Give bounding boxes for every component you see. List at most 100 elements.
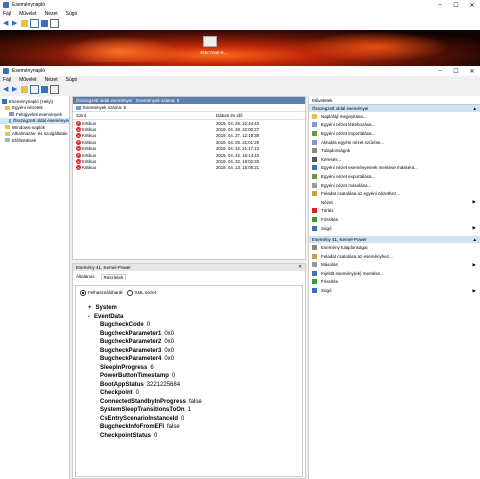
forward-arrow-icon[interactable]: ▶ bbox=[12, 20, 19, 27]
actions-section-summary[interactable]: Összegzett oldal eseményei ▲ bbox=[309, 105, 480, 112]
action-item[interactable]: Nézet ▶ bbox=[309, 198, 480, 207]
action-item[interactable]: Egyéni nézet létrehozása... bbox=[309, 121, 480, 130]
task-icon bbox=[312, 253, 317, 259]
submenu-arrow-icon: ▶ bbox=[472, 199, 476, 205]
action-label: Súgó bbox=[321, 288, 332, 294]
event-level: Kritikus bbox=[82, 127, 97, 133]
event-level: Kritikus bbox=[82, 146, 97, 152]
maximize-icon[interactable]: ☐ bbox=[448, 0, 464, 10]
menu-action[interactable]: Művelet bbox=[19, 77, 37, 83]
forward-arrow-icon[interactable]: ▶ bbox=[12, 86, 19, 93]
banner-ember-right bbox=[300, 32, 450, 62]
copy-icon bbox=[312, 262, 317, 268]
action-label: Törlés bbox=[321, 208, 334, 214]
help-icon[interactable] bbox=[41, 85, 48, 93]
tree-pane: Eseménynapló (Helyi) Egyéni nézetek Felü… bbox=[0, 96, 70, 479]
action-item[interactable]: Frissítés bbox=[309, 278, 480, 287]
back-arrow-icon[interactable]: ◀ bbox=[3, 86, 10, 93]
console-tree-icon[interactable] bbox=[30, 84, 39, 94]
action-item[interactable]: Aktuális egyéni nézet szűrése... bbox=[309, 138, 480, 147]
column-level[interactable]: Szint bbox=[73, 113, 216, 118]
tree-item-subscriptions[interactable]: Előfizetések bbox=[0, 137, 69, 144]
folder-icon[interactable] bbox=[21, 19, 28, 27]
field-name: CheckpointStatus bbox=[100, 432, 152, 439]
field-name: BugcheckParameter4 bbox=[100, 356, 162, 363]
tab-details[interactable]: Részletek bbox=[100, 273, 127, 280]
radio-friendly[interactable] bbox=[80, 289, 86, 296]
menu-help[interactable]: Súgó bbox=[66, 11, 78, 17]
menu-help[interactable]: Súgó bbox=[66, 77, 78, 83]
field-value: 0 bbox=[154, 432, 158, 439]
minimize-icon[interactable]: – bbox=[432, 0, 448, 10]
action-label: Másolás bbox=[321, 262, 338, 268]
actions-list-summary: Naplófájl megnyitása... Egyéni nézet létr… bbox=[309, 112, 480, 232]
properties-icon[interactable] bbox=[50, 84, 59, 94]
action-item[interactable]: Törlés bbox=[309, 207, 480, 216]
event-date: 2019. 04. 22. 19:02:26 bbox=[216, 159, 260, 165]
close-icon[interactable]: ✕ bbox=[464, 0, 480, 10]
action-item[interactable]: Kijelölt esemény(ek) mentése... bbox=[309, 269, 480, 278]
event-date: 2019. 04. 22. 21:17:13 bbox=[216, 146, 260, 152]
menu-file[interactable]: Fájl bbox=[3, 77, 11, 83]
collapse-arrow-icon[interactable]: ▲ bbox=[473, 237, 477, 242]
critical-icon: ✕ bbox=[76, 165, 81, 171]
action-item[interactable]: Súgó ▶ bbox=[309, 286, 480, 295]
action-item[interactable]: Naplófájl megnyitása... bbox=[309, 112, 480, 121]
menu-file[interactable]: Fájl bbox=[3, 11, 11, 17]
help-icon[interactable] bbox=[41, 19, 48, 27]
banner-text: 4k6c7eab-8... bbox=[200, 50, 228, 55]
filter-icon bbox=[312, 122, 317, 128]
eventdata-node[interactable]: - EventData bbox=[76, 313, 302, 322]
app-icon bbox=[3, 68, 9, 74]
console-tree-icon[interactable] bbox=[30, 18, 39, 28]
menu-view[interactable]: Nézet bbox=[45, 11, 58, 17]
action-label: Nézet bbox=[321, 199, 333, 205]
view-mode-radios: Felhasználóbarát XML nézet bbox=[76, 289, 302, 296]
action-item[interactable]: Egyéni nézet másolása... bbox=[309, 181, 480, 190]
tree-item-label: Windows-naplók bbox=[12, 124, 46, 130]
folder-icon[interactable] bbox=[21, 85, 28, 93]
filter-icon bbox=[9, 118, 11, 123]
collapse-icon[interactable]: - bbox=[88, 314, 90, 320]
event-level: Kritikus bbox=[82, 159, 97, 165]
event-date: 2019. 04. 22. 16:14:43 bbox=[216, 152, 260, 158]
eventdata-field: BugcheckParameter4 0x0 bbox=[100, 355, 302, 364]
critical-icon: ✕ bbox=[76, 139, 81, 145]
menu-action[interactable]: Művelet bbox=[19, 11, 37, 17]
submenu-arrow-icon: ▶ bbox=[472, 225, 476, 231]
collapse-arrow-icon[interactable]: ▲ bbox=[473, 106, 477, 111]
system-node[interactable]: + System bbox=[76, 304, 302, 313]
action-item[interactable]: Súgó ▶ bbox=[309, 224, 480, 233]
folder-icon bbox=[5, 105, 10, 110]
action-item[interactable]: Tulajdonságok bbox=[309, 146, 480, 155]
action-item[interactable]: Egyéni nézet exportálása... bbox=[309, 172, 480, 181]
back-arrow-icon[interactable]: ◀ bbox=[3, 20, 10, 27]
close-icon[interactable]: ✕ bbox=[298, 264, 302, 270]
action-item[interactable]: Esemény tulajdonságai bbox=[309, 243, 480, 252]
folder-icon bbox=[5, 125, 10, 130]
action-item[interactable]: Frissítés bbox=[309, 215, 480, 224]
task-icon bbox=[312, 191, 317, 197]
minimize-icon[interactable]: – bbox=[432, 66, 448, 76]
action-item[interactable]: Feladat csatolása az egyéni nézethez... bbox=[309, 189, 480, 198]
event-rows: ✕ Kritikus 2019. 04. 28. 22:44:43 ✕ Kritikus… bbox=[73, 120, 305, 171]
column-date[interactable]: Dátum és idő bbox=[216, 113, 243, 118]
event-detail-pane: Esemény 41, Kernel-Power ✕ Általános Rés… bbox=[72, 263, 306, 479]
maximize-icon[interactable]: ☐ bbox=[448, 66, 464, 76]
table-row[interactable]: ✕ Kritikus 2019. 04. 13. 15:08:21 bbox=[73, 165, 305, 171]
action-item[interactable]: Keresés... bbox=[309, 155, 480, 164]
actions-section-event[interactable]: Esemény 41, Kernel-Power ▲ bbox=[309, 236, 480, 244]
action-item[interactable]: Egyéni nézet eseményeinek mentése máskén… bbox=[309, 164, 480, 173]
action-item[interactable]: Másolás ▶ bbox=[309, 261, 480, 270]
tab-general[interactable]: Általános bbox=[76, 274, 95, 279]
radio-xml[interactable] bbox=[126, 289, 133, 296]
view-icon bbox=[312, 199, 317, 205]
menu-view[interactable]: Nézet bbox=[45, 77, 58, 83]
expand-icon[interactable]: + bbox=[88, 305, 92, 311]
submenu-arrow-icon: ▶ bbox=[472, 287, 476, 293]
action-item[interactable]: Egyéni nézet importálása... bbox=[309, 129, 480, 138]
field-value: 0 bbox=[181, 415, 185, 422]
close-icon[interactable]: ✕ bbox=[464, 66, 480, 76]
action-item[interactable]: Feladat csatolása az eseményhez... bbox=[309, 252, 480, 261]
properties-icon[interactable] bbox=[50, 18, 59, 28]
